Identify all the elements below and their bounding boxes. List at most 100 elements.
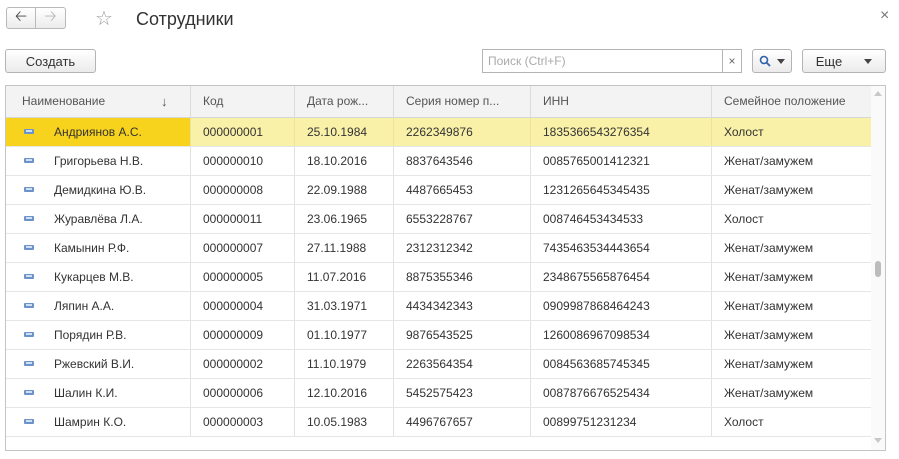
- chevron-down-icon: [777, 58, 785, 64]
- close-icon[interactable]: ×: [880, 7, 889, 25]
- cell-inn: 008746453434533: [531, 205, 712, 233]
- table-row[interactable]: Шалин К.И. 000000006 12.10.2016 5452575423 0…: [6, 379, 871, 408]
- cell-passport: 6553228767: [394, 205, 531, 233]
- employee-name: Григорьева Н.В.: [54, 154, 144, 168]
- search-input[interactable]: Поиск (Ctrl+F): [482, 49, 722, 73]
- catalog-item-icon: [24, 332, 34, 337]
- cell-code: 000000003: [191, 408, 295, 436]
- catalog-item-icon: [24, 361, 34, 366]
- catalog-item-icon: [24, 419, 34, 424]
- cell-birthdate: 18.10.2016: [295, 147, 394, 175]
- table-row[interactable]: Демидкина Ю.В. 000000008 22.09.1988 4487665…: [6, 176, 871, 205]
- catalog-item-icon: [24, 158, 34, 163]
- scrollbar-thumb[interactable]: [875, 261, 881, 277]
- table-row[interactable]: Ржевский В.И. 000000002 11.10.1979 22635643…: [6, 350, 871, 379]
- cell-passport: 8875355346: [394, 263, 531, 291]
- employee-name: Шамрин К.О.: [54, 415, 127, 429]
- cell-family-status: Женат/замужем: [724, 357, 814, 371]
- cell-name: Демидкина Ю.В.: [6, 176, 191, 204]
- cell-code: 000000010: [191, 147, 295, 175]
- cell-inn: 0909987868464243: [531, 292, 712, 320]
- create-button[interactable]: Создать: [5, 49, 96, 73]
- catalog-item-icon: [24, 187, 34, 192]
- cell-inn: 1231265645345435: [531, 176, 712, 204]
- column-header-family-status[interactable]: Семейное положение: [712, 86, 871, 117]
- more-label: Еще: [815, 53, 843, 69]
- cell-code: 000000009: [191, 321, 295, 349]
- catalog-item-icon: [24, 129, 34, 134]
- employee-name: Кукарцев М.В.: [54, 270, 134, 284]
- cell-birthdate: 11.07.2016: [295, 263, 394, 291]
- cell-family-status: Женат/замужем: [724, 328, 814, 342]
- cell-code: 000000001: [191, 118, 295, 146]
- cell-name: Кукарцев М.В.: [6, 263, 191, 291]
- cell-birthdate: 27.11.1988: [295, 234, 394, 262]
- cell-birthdate: 12.10.2016: [295, 379, 394, 407]
- search-clear-icon[interactable]: ×: [722, 49, 742, 73]
- cell-inn: 0084563685745345: [531, 350, 712, 378]
- cell-passport: 2263564354: [394, 350, 531, 378]
- column-header-birthdate[interactable]: Дата рож...: [295, 86, 394, 117]
- cell-family-status: Женат/замужем: [724, 386, 814, 400]
- favorite-star-icon[interactable]: ☆: [95, 6, 113, 31]
- column-header-passport[interactable]: Серия номер п...: [394, 86, 531, 117]
- cell-inn: 1260086967098534: [531, 321, 712, 349]
- table-row[interactable]: Григорьева Н.В. 000000010 18.10.2016 883764…: [6, 147, 871, 176]
- more-button[interactable]: Еще: [802, 49, 886, 73]
- cell-name: Ляпин А.А.: [6, 292, 191, 320]
- chevron-down-icon: [864, 58, 873, 64]
- cell-family-status: Женат/замужем: [724, 241, 814, 255]
- cell-family-status: Холост: [724, 125, 764, 139]
- cell-passport: 4434342343: [394, 292, 531, 320]
- employee-name: Порядин Р.В.: [54, 328, 127, 342]
- cell-birthdate: 25.10.1984: [295, 118, 394, 146]
- cell-name: Григорьева Н.В.: [6, 147, 191, 175]
- cell-birthdate: 22.09.1988: [295, 176, 394, 204]
- vertical-scrollbar[interactable]: [871, 86, 885, 450]
- cell-birthdate: 10.05.1983: [295, 408, 394, 436]
- cell-name: Порядин Р.В.: [6, 321, 191, 349]
- cell-code: 000000006: [191, 379, 295, 407]
- cell-inn: 0085765001412321: [531, 147, 712, 175]
- scroll-down-icon[interactable]: [874, 438, 882, 443]
- page-title: Сотрудники: [136, 9, 234, 29]
- employee-name: Журавлёва Л.А.: [54, 212, 143, 226]
- employee-name: Ляпин А.А.: [54, 299, 115, 313]
- cell-name: Шалин К.И.: [6, 379, 191, 407]
- cell-birthdate: 23.06.1965: [295, 205, 394, 233]
- forward-button[interactable]: 🡢: [36, 7, 66, 29]
- scroll-up-icon[interactable]: [874, 91, 882, 96]
- cell-name: Камынин Р.Ф.: [6, 234, 191, 262]
- employees-table: Наименование ↓ Код Дата рож... Серия ном…: [5, 85, 886, 451]
- catalog-item-icon: [24, 390, 34, 395]
- cell-family-status: Женат/замужем: [724, 270, 814, 284]
- cell-code: 000000008: [191, 176, 295, 204]
- cell-code: 000000005: [191, 263, 295, 291]
- search-options-button[interactable]: [752, 49, 792, 73]
- column-header-code[interactable]: Код: [191, 86, 295, 117]
- cell-inn: 7435463534443654: [531, 234, 712, 262]
- back-button[interactable]: 🡠: [6, 7, 36, 29]
- cell-passport: 4496767657: [394, 408, 531, 436]
- table-row[interactable]: Порядин Р.В. 000000009 01.10.1977 987654352…: [6, 321, 871, 350]
- table-row[interactable]: Ляпин А.А. 000000004 31.03.1971 4434342343 0…: [6, 292, 871, 321]
- cell-inn: 2348675565876454: [531, 263, 712, 291]
- table-row[interactable]: Шамрин К.О. 000000003 10.05.1983 4496767657…: [6, 408, 871, 437]
- cell-family-status: Женат/замужем: [724, 299, 814, 313]
- cell-birthdate: 01.10.1977: [295, 321, 394, 349]
- arrow-right-icon: 🡢: [44, 7, 57, 25]
- cell-inn: 00899751231234: [531, 408, 712, 436]
- cell-family-status: Холост: [724, 212, 764, 226]
- cell-code: 000000002: [191, 350, 295, 378]
- catalog-item-icon: [24, 245, 34, 250]
- table-row[interactable]: Журавлёва Л.А. 000000011 23.06.1965 6553228…: [6, 205, 871, 234]
- table-row[interactable]: Кукарцев М.В. 000000005 11.07.2016 88753553…: [6, 263, 871, 292]
- column-header-inn[interactable]: ИНН: [531, 86, 712, 117]
- table-row[interactable]: Андриянов А.С. 000000001 25.10.1984 2262349…: [6, 118, 871, 147]
- cell-passport: 8837643546: [394, 147, 531, 175]
- employee-name: Камынин Р.Ф.: [54, 241, 130, 255]
- cell-passport: 4487665453: [394, 176, 531, 204]
- cell-passport: 9876543525: [394, 321, 531, 349]
- cell-family-status: Холост: [724, 415, 764, 429]
- table-row[interactable]: Камынин Р.Ф. 000000007 27.11.1988 231231234…: [6, 234, 871, 263]
